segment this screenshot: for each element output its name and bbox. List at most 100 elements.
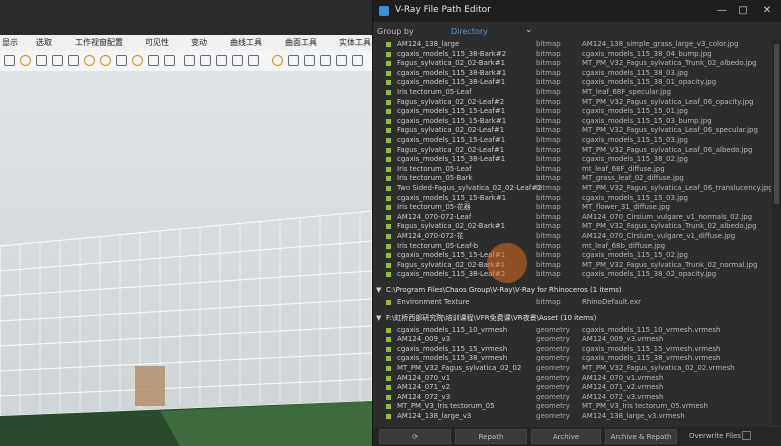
file-row[interactable]: AM124_070-072-Leaf bitmap AM124_070_Cirsiu… (373, 213, 771, 223)
file-row[interactable]: Two Sided-Fagus_sylvatica_02_02-Leaf#2 bi… (373, 184, 771, 194)
file-row[interactable]: cgaxis_models_115_15_vrmesh geometry cgaxi… (373, 345, 771, 355)
scrollbar[interactable] (772, 40, 781, 425)
file-row[interactable]: AM124_072_v3 geometry AM124_072_v3.vrmesh (373, 393, 771, 403)
toolbar-icon[interactable] (116, 55, 127, 66)
toolbar-icon[interactable] (84, 55, 95, 66)
group-by-select[interactable]: Directory (428, 25, 538, 39)
file-row[interactable]: Iris tectorum_05-Leaf-b bitmap mt_leaf_68b… (373, 242, 771, 252)
rhino-viewport[interactable] (0, 71, 372, 446)
toolbar-icon[interactable] (320, 55, 331, 66)
file-row[interactable]: AM124_071_v2 geometry AM124_071_v2.vrmesh (373, 383, 771, 393)
menu-item-viewport-layout[interactable]: 工作视窗配置 (75, 37, 123, 48)
file-row[interactable]: AM124_070-072-花 bitmap AM124_070_Cirsium_v… (373, 232, 771, 242)
file-row[interactable]: AM124_138_large bitmap AM124_138_simple_gr… (373, 40, 771, 50)
toolbar-icon[interactable] (36, 55, 47, 66)
toolbar-icon[interactable] (132, 55, 143, 66)
menu-item-solid-tools[interactable]: 实体工具 (339, 37, 371, 48)
file-row[interactable]: Fagus_sylvatica_02_02-Bark#1 bitmap MT_PM_… (373, 261, 771, 271)
file-row[interactable]: Fagus_sylvatica_02_02-Bark#1 bitmap MT_PM_… (373, 222, 771, 232)
archive-button[interactable]: Archive (531, 429, 601, 444)
toolbar-icon[interactable] (336, 55, 347, 66)
expand-arrow-icon[interactable]: ▼ (376, 312, 381, 324)
file-row[interactable]: cgaxis_models_115_38-Bark#2 bitmap cgaxis_… (373, 50, 771, 60)
menu-item-curve-tools[interactable]: 曲线工具 (230, 37, 262, 48)
file-row[interactable]: AM124_070_v1 geometry AM124_070_v1.vrmesh (373, 374, 771, 384)
file-row[interactable]: cgaxis_models_115_38_vrmesh geometry cgaxi… (373, 354, 771, 364)
toolbar-icon[interactable] (184, 55, 195, 66)
archive-repath-button[interactable]: Archive & Repath (605, 429, 677, 444)
file-row[interactable]: Iris tectorum_05-花器 bitmap MT_flower_31_di… (373, 203, 771, 213)
chevron-down-icon[interactable]: ⌄ (525, 25, 533, 35)
directory-group-header[interactable]: ▼ F:\虹桥西部研究院\培训课程\VFR免费课\VR夜景\Asset (10 i… (373, 311, 771, 324)
file-row-type: bitmap (536, 251, 561, 260)
file-row[interactable]: cgaxis_models_115_38-Leaf#1 bitmap cgaxis_… (373, 78, 771, 88)
file-row[interactable]: MT_PM_V3_Iris tectorum_05 geometry MT_PM_V… (373, 402, 771, 412)
file-row-path: cgaxis_models_115_15_01.jpg (582, 107, 688, 116)
file-row[interactable]: cgaxis_models_115_10_vrmesh geometry cgaxi… (373, 326, 771, 336)
refresh-button[interactable]: ⟳ (379, 429, 451, 444)
toolbar-icon[interactable] (52, 55, 63, 66)
toolbar-icon[interactable] (20, 55, 31, 66)
file-row-type: bitmap (536, 126, 561, 135)
file-row[interactable]: Iris tectorum_05-Leaf bitmap MT_leaf_68F_s… (373, 88, 771, 98)
minimize-icon[interactable]: — (715, 4, 729, 18)
file-row[interactable]: Fagus_sylvatica_02_02-Leaf#1 bitmap MT_PM_… (373, 126, 771, 136)
file-row[interactable]: Iris tectorum_05-Leaf bitmap mt_leaf_68F_d… (373, 165, 771, 175)
file-row[interactable]: Environment Texture bitmap RhinoDefault.ex… (373, 298, 771, 308)
file-list[interactable]: AM124_138_large bitmap AM124_138_simple_gr… (373, 40, 771, 425)
toolbar-icon[interactable] (352, 55, 363, 66)
menu-item-display[interactable]: 显示 (2, 37, 18, 48)
file-row-type: bitmap (536, 184, 561, 192)
file-row[interactable]: cgaxis_models_115_38-Leaf#2 bitmap cgaxis_… (373, 270, 771, 280)
file-row-type: geometry (536, 325, 570, 334)
file-row-path: AM124_009_v3.vrmesh (582, 335, 664, 344)
close-icon[interactable]: ✕ (760, 4, 774, 18)
file-row[interactable]: cgaxis_models_115_15-Bark#1 bitmap cgaxis_… (373, 117, 771, 127)
maximize-icon[interactable]: □ (736, 4, 750, 18)
toolbar-icon[interactable] (4, 55, 15, 66)
file-row[interactable]: MT_PM_V32_Fagus_sylvatica_02_02 geometry M… (373, 364, 771, 374)
title-bar[interactable]: V-Ray File Path Editor — □ ✕ (373, 0, 781, 22)
file-row-path: MT_PM_V32_Fagus_sylvatica_Trunk_02_norma… (582, 260, 758, 269)
toolbar-icon[interactable] (288, 55, 299, 66)
menu-item-select[interactable]: 选取 (36, 37, 52, 48)
toolbar-icon[interactable] (248, 55, 259, 66)
file-row-name: cgaxis_models_115_38-Bark#1 (397, 68, 507, 77)
bottom-toolbar: ⟳ Repath Archive Archive & Repath Overwr… (373, 427, 781, 446)
toolbar-icon[interactable] (100, 55, 111, 66)
file-status-icon (386, 109, 391, 115)
file-row[interactable]: Fagus_sylvatica_02_02-Leaf#1 bitmap MT_PM_… (373, 146, 771, 156)
file-row[interactable]: cgaxis_models_115_38-Bark#1 bitmap cgaxis_… (373, 69, 771, 79)
toolbar-icon[interactable] (216, 55, 227, 66)
menu-item-visibility[interactable]: 可见性 (145, 37, 169, 48)
toolbar-icon[interactable] (148, 55, 159, 66)
file-row[interactable]: AM124_138_large_v3 geometry AM124_138_larg… (373, 412, 771, 422)
file-row-path: mt_leaf_68F_diffuse.jpg (582, 164, 665, 173)
repath-button[interactable]: Repath (455, 429, 527, 444)
file-row[interactable]: cgaxis_models_115_15-Bark#1 bitmap cgaxis_… (373, 194, 771, 204)
directory-group-header[interactable]: ▼ C:\Program Files\Chaos Group\V-Ray\V-Ra… (373, 284, 771, 296)
file-row[interactable]: Fagus_sylvatica_02_02-Leaf#2 bitmap MT_PM_… (373, 98, 771, 108)
file-row-path: cgaxis_models_115_38_04_bump.jpg (582, 49, 712, 58)
file-row[interactable]: cgaxis_models_115_15-Leaf#1 bitmap cgaxis_… (373, 107, 771, 117)
expand-arrow-icon[interactable]: ▼ (376, 284, 381, 296)
group-by-bar: Group by Directory ⌄ (373, 24, 781, 40)
file-row[interactable]: cgaxis_models_115_15-Leaf#1 bitmap cgaxis_… (373, 136, 771, 146)
toolbar-icon[interactable] (68, 55, 79, 66)
overwrite-files-checkbox[interactable] (742, 431, 751, 440)
toolbar-icon[interactable] (232, 55, 243, 66)
file-row[interactable]: cgaxis_models_115_15-Leaf#1 bitmap cgaxis_… (373, 251, 771, 261)
file-row[interactable]: AM124_009_v3 geometry AM124_009_v3.vrmesh (373, 335, 771, 345)
file-row[interactable]: Fagus_sylvatica_02_02-Bark#1 bitmap MT_PM_… (373, 59, 771, 69)
toolbar-icon[interactable] (164, 55, 175, 66)
toolbar-icon[interactable] (272, 55, 283, 66)
toolbar-icon[interactable] (200, 55, 211, 66)
file-row-name: cgaxis_models_115_15_vrmesh (397, 344, 508, 353)
toolbar-icon[interactable] (304, 55, 315, 66)
menu-item-transform[interactable]: 变动 (191, 37, 207, 48)
file-row[interactable]: Iris tectorum_05-Bark bitmap MT_grass_leaf… (373, 174, 771, 184)
scrollbar-thumb[interactable] (774, 44, 779, 204)
menu-item-surface-tools[interactable]: 曲面工具 (285, 37, 317, 48)
file-row[interactable]: cgaxis_models_115_38-Leaf#1 bitmap cgaxis_… (373, 155, 771, 165)
file-row-type: geometry (536, 354, 570, 363)
